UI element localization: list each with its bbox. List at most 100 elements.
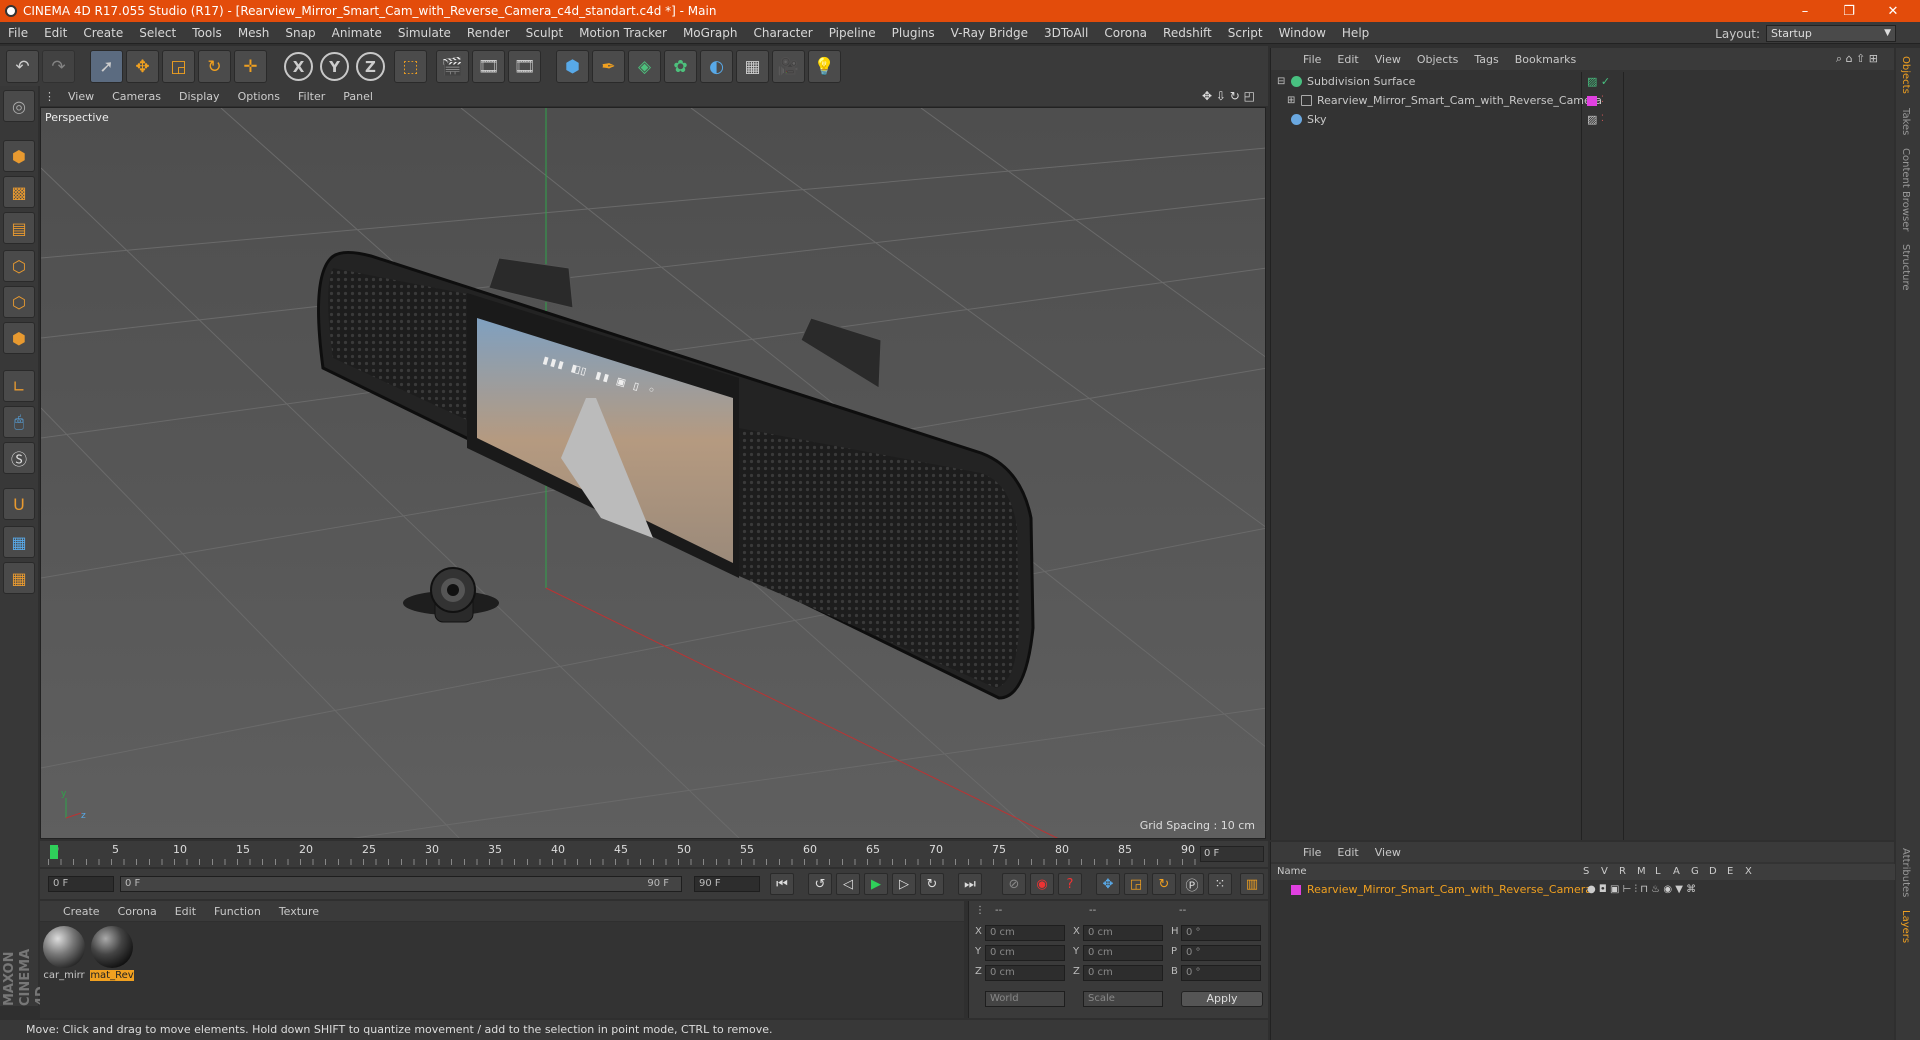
prev-key-button[interactable]: ↺	[808, 873, 832, 895]
key-scale-button[interactable]: ◲	[1124, 873, 1148, 895]
object-row-mirror[interactable]: ⊞ Rearview_Mirror_Smart_Cam_with_Reverse…	[1271, 91, 1895, 110]
material-menu-create[interactable]: Create	[54, 905, 109, 918]
axis-mode-button[interactable]: ∟	[3, 370, 35, 402]
edges-mode-button[interactable]: ⬡	[3, 286, 35, 318]
z-axis-lock-button[interactable]: Z	[356, 52, 385, 81]
next-frame-button[interactable]: ▷	[892, 873, 916, 895]
add-deformer-button[interactable]: ◐	[700, 50, 733, 83]
material-menu-function[interactable]: Function	[205, 905, 270, 918]
menu-pipeline[interactable]: Pipeline	[821, 26, 884, 40]
restore-button[interactable]: ❐	[1827, 0, 1871, 22]
visibility-dots-icon[interactable]: ⁚	[1601, 110, 1604, 129]
menu-mograph[interactable]: MoGraph	[675, 26, 746, 40]
planar-workplane-button[interactable]: ▦	[3, 562, 35, 594]
material-menu-corona[interactable]: Corona	[109, 905, 166, 918]
menu-mesh[interactable]: Mesh	[230, 26, 278, 40]
menu-window[interactable]: Window	[1271, 26, 1334, 40]
object-row-sky[interactable]: Sky ▨ ⁚	[1271, 110, 1895, 129]
size-x-field[interactable]: 0 cm	[1083, 925, 1163, 941]
render-settings-button[interactable]: 🎞	[508, 50, 541, 83]
key-pla-button[interactable]: ⁙	[1208, 873, 1232, 895]
menu-3dtoall[interactable]: 3DToAll	[1036, 26, 1096, 40]
scale-tool-button[interactable]: ◲	[162, 50, 195, 83]
object-row-subdivision[interactable]: ⊟ Subdivision Surface ▨ ✓	[1271, 72, 1895, 91]
menu-sculpt[interactable]: Sculpt	[518, 26, 571, 40]
layer-color-swatch[interactable]	[1587, 96, 1597, 106]
add-light-button[interactable]: 💡	[808, 50, 841, 83]
tab-objects[interactable]: Objects	[1900, 56, 1911, 94]
auto-key-button[interactable]: ◉	[1030, 873, 1054, 895]
material-thumb-selected[interactable]: mat_Rev	[90, 926, 134, 984]
layer-name[interactable]: Rearview_Mirror_Smart_Cam_with_Reverse_C…	[1307, 880, 1592, 899]
rotation-h-field[interactable]: 0 °	[1181, 925, 1261, 941]
apply-button[interactable]: Apply	[1181, 991, 1263, 1007]
layers-menu-edit[interactable]: Edit	[1329, 846, 1366, 859]
tab-takes[interactable]: Takes	[1900, 108, 1911, 135]
menu-character[interactable]: Character	[745, 26, 820, 40]
world-dropdown[interactable]: World	[985, 991, 1065, 1007]
add-subdivision-button[interactable]: ◈	[628, 50, 661, 83]
objects-menu-edit[interactable]: Edit	[1329, 53, 1366, 66]
material-menu-edit[interactable]: Edit	[166, 905, 205, 918]
snap-button[interactable]: U	[3, 488, 35, 520]
x-axis-lock-button[interactable]: X	[284, 52, 313, 81]
tab-content-browser[interactable]: Content Browser	[1900, 148, 1911, 231]
menu-animate[interactable]: Animate	[324, 26, 390, 40]
objects-menu-file[interactable]: File	[1295, 53, 1329, 66]
layer-color-swatch[interactable]	[1291, 885, 1301, 895]
menu-edit[interactable]: Edit	[36, 26, 75, 40]
end-frame-field[interactable]: 90 F	[694, 876, 760, 892]
viewport-menu-options[interactable]: Options	[229, 90, 289, 103]
menu-vray-bridge[interactable]: V-Ray Bridge	[943, 26, 1036, 40]
undo-button[interactable]: ↶	[6, 50, 39, 83]
menu-snap[interactable]: Snap	[277, 26, 323, 40]
render-picture-viewer-button[interactable]: 🎞	[472, 50, 505, 83]
objects-menu-bookmarks[interactable]: Bookmarks	[1507, 53, 1584, 66]
position-z-field[interactable]: 0 cm	[985, 965, 1065, 981]
menu-file[interactable]: File	[0, 26, 36, 40]
timeline-window-button[interactable]: ▥	[1240, 873, 1264, 895]
layers-menu-view[interactable]: View	[1367, 846, 1409, 859]
rotation-p-field[interactable]: 0 °	[1181, 945, 1261, 961]
coordinate-system-button[interactable]: ⬚	[394, 50, 427, 83]
current-frame-field[interactable]: 0 F	[1200, 846, 1264, 862]
key-rotation-button[interactable]: ↻	[1152, 873, 1176, 895]
add-cube-button[interactable]: ⬢	[556, 50, 589, 83]
visibility-check-icon[interactable]: ▨ ✓	[1587, 72, 1610, 91]
menu-redshift[interactable]: Redshift	[1155, 26, 1220, 40]
points-mode-button[interactable]: ⬡	[3, 250, 35, 282]
add-floor-button[interactable]: ▦	[736, 50, 769, 83]
start-frame-field[interactable]: 0 F	[48, 876, 114, 892]
workplane-mode-button[interactable]: ▤	[3, 212, 35, 244]
render-view-button[interactable]: 🎬	[436, 50, 469, 83]
key-position-button[interactable]: ✥	[1096, 873, 1120, 895]
material-thumb[interactable]: car_mirr	[42, 926, 86, 984]
menu-plugins[interactable]: Plugins	[884, 26, 943, 40]
go-to-start-button[interactable]: ⏮	[770, 873, 794, 895]
layers-menu-file[interactable]: File	[1295, 846, 1329, 859]
collapse-icon[interactable]: ⊟	[1277, 72, 1285, 91]
play-button[interactable]: ▶	[864, 873, 888, 895]
add-spline-button[interactable]: ✒	[592, 50, 625, 83]
size-z-field[interactable]: 0 cm	[1083, 965, 1163, 981]
tab-structure[interactable]: Structure	[1900, 244, 1911, 291]
live-selection-button[interactable]: ➚	[90, 50, 123, 83]
polygons-mode-button[interactable]: ⬢	[3, 322, 35, 354]
scale-dropdown[interactable]: Scale	[1083, 991, 1163, 1007]
menu-script[interactable]: Script	[1220, 26, 1271, 40]
layer-row[interactable]: Rearview_Mirror_Smart_Cam_with_Reverse_C…	[1271, 880, 1895, 899]
make-editable-button[interactable]: ◎	[3, 90, 35, 122]
menu-corona[interactable]: Corona	[1096, 26, 1155, 40]
object-manager-search-icon[interactable]: ⌕ ⌂ ⇧ ⊞	[1828, 52, 1886, 66]
expand-icon[interactable]: ⊞	[1287, 91, 1295, 110]
minimize-button[interactable]: –	[1783, 0, 1827, 22]
redo-button[interactable]: ↷	[42, 50, 75, 83]
move-tool-button[interactable]: ✥	[126, 50, 159, 83]
viewport-menu-cameras[interactable]: Cameras	[103, 90, 170, 103]
texture-mode-button[interactable]: ▩	[3, 176, 35, 208]
objects-menu-tags[interactable]: Tags	[1466, 53, 1506, 66]
range-slider[interactable]: 0 F 90 F	[120, 876, 682, 892]
menu-select[interactable]: Select	[131, 26, 184, 40]
viewport-nav-icons[interactable]: ✥ ⇩ ↻ ◰	[1193, 89, 1264, 103]
recent-tool-button[interactable]: ✛	[234, 50, 267, 83]
